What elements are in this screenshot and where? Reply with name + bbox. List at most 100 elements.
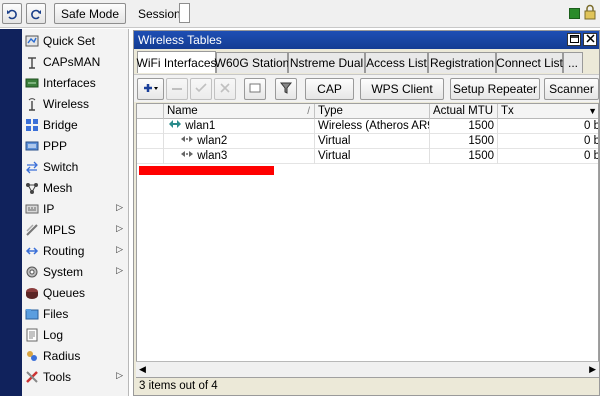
table-row[interactable]: wlan3 Virtual 1500 0 b [137, 149, 599, 164]
add-button[interactable] [137, 78, 164, 100]
cap-button[interactable]: CAP [305, 78, 354, 100]
remove-button[interactable] [166, 78, 188, 100]
tab-more[interactable]: ... [563, 52, 583, 73]
submenu-arrow-icon: ▷ [116, 244, 123, 254]
tab-nstreme-dual[interactable]: Nstreme Dual [288, 52, 365, 73]
column-header-actual-mtu[interactable]: Actual MTU [430, 104, 498, 119]
wps-client-button[interactable]: WPS Client [360, 78, 444, 100]
wireless-icon [25, 97, 39, 111]
interface-mtu: 1500 [430, 149, 498, 164]
interface-tx: 0 b [584, 150, 599, 162]
disable-button[interactable] [214, 78, 236, 100]
sidebar-item-system[interactable]: System ▷ [22, 261, 129, 282]
sidebar-item-files[interactable]: Files [22, 303, 129, 324]
tab-w60g-station[interactable]: W60G Station [215, 52, 289, 73]
safe-mode-button[interactable]: Safe Mode [54, 3, 126, 24]
ip-icon [25, 202, 39, 216]
item-count: 3 items out of 4 [139, 380, 218, 392]
maximize-icon [569, 34, 579, 46]
maximize-button[interactable] [567, 33, 581, 46]
mesh-icon [25, 181, 39, 195]
column-menu-icon[interactable]: ▼ [588, 104, 597, 119]
tools-icon [25, 370, 39, 384]
interface-type: Virtual [315, 149, 430, 164]
redo-icon [30, 8, 42, 20]
status-bar: 3 items out of 4 [136, 378, 599, 395]
virtual-interface-icon [180, 135, 194, 147]
scanner-button[interactable]: Scanner [544, 78, 599, 100]
window-toolbar: CAP WPS Client Setup Repeater Scanner [134, 74, 599, 102]
sidebar-item-tools[interactable]: Tools ▷ [22, 366, 129, 387]
sidebar-item-quick-set[interactable]: Quick Set [22, 30, 129, 51]
session-field[interactable] [179, 3, 190, 23]
tab-access-list[interactable]: Access List [365, 52, 428, 73]
sidebar: Quick Set CAPsMAN Interfaces Wireless Br… [22, 29, 129, 396]
cross-icon [220, 82, 230, 96]
setup-repeater-button[interactable]: Setup Repeater [450, 78, 540, 100]
routing-icon [25, 244, 39, 258]
enable-button[interactable] [190, 78, 212, 100]
redo-button[interactable] [26, 3, 46, 24]
virtual-interface-icon [180, 150, 194, 162]
comment-button[interactable] [244, 78, 266, 100]
mpls-icon [25, 223, 39, 237]
undo-button[interactable] [2, 3, 22, 24]
radius-icon [25, 349, 39, 363]
interface-mtu: 1500 [430, 134, 498, 149]
filter-icon [279, 82, 293, 97]
check-icon [195, 82, 207, 96]
sidebar-item-ppp[interactable]: PPP [22, 135, 129, 156]
interfaces-icon [25, 76, 39, 90]
table-header: Name / Type Actual MTU Tx ▼ [137, 104, 598, 119]
horizontal-scrollbar[interactable]: ◀ ▶ [136, 361, 599, 377]
interfaces-table: Name / Type Actual MTU Tx ▼ wlan1 Wirele… [136, 103, 599, 378]
interface-tx: 0 b [584, 135, 599, 147]
tab-wifi-interfaces[interactable]: WiFi Interfaces [137, 51, 217, 73]
sidebar-item-interfaces[interactable]: Interfaces [22, 72, 129, 93]
sort-icon: / [307, 106, 310, 117]
quick-set-icon [25, 34, 39, 48]
window-title: Wireless Tables [138, 33, 222, 47]
scroll-right-icon[interactable]: ▶ [589, 364, 596, 375]
close-icon [585, 33, 595, 46]
comment-icon [249, 82, 261, 96]
table-row[interactable]: wlan2 Virtual 1500 0 b [137, 134, 599, 149]
sidebar-item-capsman[interactable]: CAPsMAN [22, 51, 129, 72]
interface-type: Wireless (Atheros AR9... [315, 119, 430, 134]
interface-name: wlan1 [185, 120, 216, 132]
switch-icon [25, 160, 39, 174]
window-title-bar[interactable]: Wireless Tables [134, 31, 599, 49]
sidebar-item-bridge[interactable]: Bridge [22, 114, 129, 135]
tab-registration[interactable]: Registration [428, 52, 496, 73]
ppp-icon [25, 139, 39, 153]
interface-type: Virtual [315, 134, 430, 149]
interface-name: wlan2 [197, 135, 228, 147]
sidebar-item-switch[interactable]: Switch [22, 156, 129, 177]
column-header-tx[interactable]: Tx ▼ [498, 104, 598, 119]
column-header-type[interactable]: Type [315, 104, 430, 119]
system-icon [25, 265, 39, 279]
column-header-name[interactable]: Name / [164, 104, 315, 119]
sidebar-item-mpls[interactable]: MPLS ▷ [22, 219, 129, 240]
sidebar-item-log[interactable]: Log [22, 324, 129, 345]
safe-mode-label: Safe Mode [60, 6, 120, 21]
interface-mtu: 1500 [430, 119, 498, 134]
sidebar-item-routing[interactable]: Routing ▷ [22, 240, 129, 261]
sidebar-item-queues[interactable]: Queues [22, 282, 129, 303]
sidebar-item-wireless[interactable]: Wireless [22, 93, 129, 114]
tab-connect-list[interactable]: Connect List [496, 52, 563, 73]
submenu-arrow-icon: ▷ [116, 370, 123, 380]
submenu-arrow-icon: ▷ [116, 223, 123, 233]
filter-button[interactable] [275, 78, 297, 100]
lock-icon [584, 4, 596, 23]
sidebar-item-radius[interactable]: Radius [22, 345, 129, 366]
plus-icon [143, 82, 159, 96]
top-toolbar: Safe Mode Session: [0, 0, 600, 28]
sidebar-item-ip[interactable]: IP ▷ [22, 198, 129, 219]
close-button[interactable] [583, 33, 597, 46]
wireless-interface-icon [168, 120, 182, 132]
table-row[interactable]: wlan1 Wireless (Atheros AR9... 1500 0 b [137, 119, 598, 134]
sidebar-item-mesh[interactable]: Mesh [22, 177, 129, 198]
status-indicator [569, 8, 580, 19]
scroll-left-icon[interactable]: ◀ [139, 364, 146, 375]
